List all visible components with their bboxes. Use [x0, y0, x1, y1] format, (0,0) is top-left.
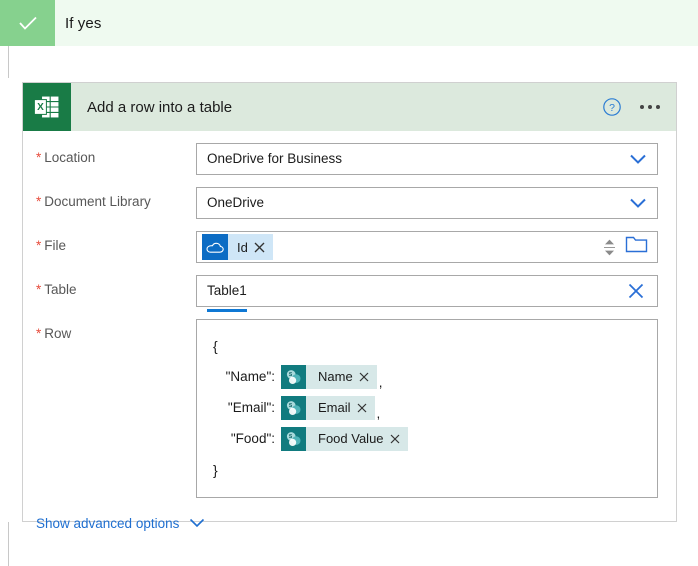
- close-x-icon[interactable]: [254, 242, 273, 253]
- connector-line-top: [8, 46, 9, 78]
- location-dropdown[interactable]: OneDrive for Business: [196, 143, 658, 175]
- close-x-icon[interactable]: [390, 434, 408, 444]
- field-row-row: * Row { "Name": S Name , "Email": S Emai…: [23, 319, 676, 498]
- required-marker: *: [36, 238, 42, 253]
- field-label-row: * Row: [36, 319, 196, 341]
- sharepoint-icon: S: [281, 395, 306, 420]
- excel-icon: X: [23, 83, 71, 131]
- token-label: Email: [318, 400, 351, 415]
- sharepoint-icon: S: [281, 426, 306, 451]
- label-text: Document Library: [44, 194, 151, 209]
- clear-x-icon[interactable]: [627, 282, 645, 300]
- location-value: OneDrive for Business: [207, 151, 343, 166]
- dynamic-token-file-id[interactable]: Id: [202, 234, 273, 260]
- branch-title: If yes: [65, 14, 102, 32]
- action-card-header[interactable]: X Add a row into a table ?: [23, 83, 676, 131]
- field-label-document-library: * Document Library: [36, 187, 196, 209]
- required-marker: *: [36, 150, 42, 165]
- action-card-title: Add a row into a table: [87, 98, 233, 116]
- field-label-file: * File: [36, 231, 196, 253]
- field-row-file: * File Id: [23, 231, 676, 263]
- json-entry-email: "Email": S Email ,: [209, 392, 645, 423]
- json-open-brace: {: [213, 337, 218, 354]
- json-close-brace-line: }: [209, 454, 645, 485]
- file-picker-field[interactable]: Id: [196, 231, 658, 263]
- folder-icon[interactable]: [625, 235, 649, 259]
- json-entry-food: "Food": S Food Value: [209, 423, 645, 454]
- document-library-dropdown[interactable]: OneDrive: [196, 187, 658, 219]
- connector-line-bottom: [8, 522, 9, 566]
- sharepoint-icon: S: [281, 364, 306, 389]
- field-label-table: * Table: [36, 275, 196, 297]
- chevron-down-icon: [189, 516, 205, 531]
- field-row-table: * Table Table1: [23, 275, 676, 312]
- flow-designer-canvas: If yes X Add a row into a table ? * Loca…: [0, 0, 698, 566]
- field-row-document-library: * Document Library OneDrive: [23, 187, 676, 219]
- token-label: Food Value: [318, 431, 384, 446]
- chevron-down-icon[interactable]: [629, 154, 647, 165]
- json-comma: ,: [378, 375, 383, 390]
- json-entry-name: "Name": S Name ,: [209, 361, 645, 392]
- document-library-value: OneDrive: [207, 195, 265, 210]
- json-close-brace: }: [213, 461, 218, 478]
- onedrive-cloud-icon: [202, 234, 228, 260]
- chevron-down-icon[interactable]: [629, 198, 647, 209]
- svg-text:?: ?: [609, 102, 615, 114]
- token-label: Name: [318, 369, 353, 384]
- field-label-location: * Location: [36, 143, 196, 165]
- required-marker: *: [36, 194, 42, 209]
- ellipsis-icon[interactable]: [640, 105, 660, 109]
- field-row-location: * Location OneDrive for Business: [23, 143, 676, 175]
- action-card-add-a-row-into-a-table: X Add a row into a table ? * Location On…: [22, 82, 677, 531]
- close-x-icon[interactable]: [357, 403, 375, 413]
- token-label: Id: [237, 239, 248, 255]
- branch-if-yes-header[interactable]: If yes: [0, 0, 698, 46]
- file-field-controls: [603, 235, 649, 259]
- dynamic-token-food-value[interactable]: S Food Value: [281, 426, 408, 451]
- table-value-wrap: Table1: [197, 276, 257, 312]
- label-text: Table: [44, 282, 77, 297]
- json-key: "Name":: [225, 369, 275, 384]
- help-circle-icon[interactable]: ?: [602, 97, 622, 117]
- close-x-icon[interactable]: [359, 372, 377, 382]
- table-select-field[interactable]: Table1: [196, 275, 658, 312]
- json-key: "Food":: [230, 431, 275, 446]
- show-advanced-options-link[interactable]: Show advanced options: [36, 516, 205, 531]
- label-text: Location: [44, 150, 96, 165]
- row-json-editor[interactable]: { "Name": S Name , "Email": S Email , "F…: [196, 319, 658, 498]
- json-comma: [408, 452, 410, 454]
- json-open-brace-line: {: [209, 330, 645, 361]
- action-card-body: * Location OneDrive for Business * Documen…: [23, 143, 676, 533]
- show-advanced-options-label: Show advanced options: [36, 516, 180, 531]
- required-marker: *: [36, 282, 42, 297]
- json-key: "Email":: [227, 400, 275, 415]
- json-comma: ,: [376, 406, 381, 421]
- svg-text:X: X: [37, 102, 44, 113]
- checkmark-icon: [0, 0, 55, 46]
- up-down-spinner-icon[interactable]: [603, 239, 615, 256]
- dynamic-token-name[interactable]: S Name: [281, 364, 377, 389]
- dynamic-token-email[interactable]: S Email: [281, 395, 375, 420]
- label-text: File: [44, 238, 67, 253]
- table-value: Table1: [207, 276, 247, 312]
- label-text: Row: [44, 326, 72, 341]
- required-marker: *: [36, 326, 42, 341]
